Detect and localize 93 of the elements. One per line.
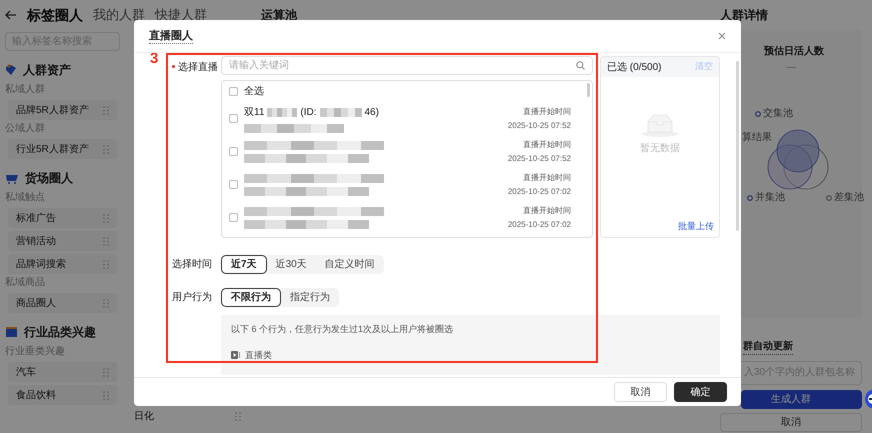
segment-option[interactable]: 不限行为 — [221, 288, 281, 307]
item-label: 营销活动 — [16, 234, 56, 248]
section-icon — [5, 64, 17, 76]
field-label: 用户行为 — [172, 290, 213, 305]
segment-option[interactable]: 近30天 — [266, 255, 316, 274]
drag-handle-icon — [103, 144, 109, 154]
live-name-part: (ID: — [300, 106, 316, 120]
legend-label: 并集池 — [755, 190, 785, 205]
dialog-button[interactable]: 确定 — [674, 382, 727, 402]
tag-item[interactable]: 商品圈人 — [8, 293, 117, 313]
item-label: 品牌词搜索 — [16, 258, 66, 272]
item-label: 标准广告 — [16, 212, 56, 226]
tag-item[interactable]: 汽车 — [8, 362, 117, 382]
selected-count: 已选 (0/500) — [607, 60, 662, 74]
tag-item[interactable]: 食品饮料 — [8, 385, 117, 405]
segment-option[interactable]: 近7天 — [221, 255, 267, 274]
empty-text: 暂无数据 — [640, 142, 680, 156]
search-icon — [576, 61, 585, 70]
legend-label: 算结果 — [742, 130, 772, 145]
section-title: 行业品类兴趣 — [24, 324, 96, 341]
setting-label: 群自动更新 — [743, 339, 793, 355]
start-label: 直播开始时间 — [523, 204, 571, 216]
group-label: 行业垂类兴趣 — [5, 345, 66, 359]
legend-label: 差集池 — [834, 190, 864, 205]
drag-handle-icon — [103, 236, 109, 246]
scrollbar-thumb — [587, 83, 590, 97]
empty-tray-icon — [640, 112, 680, 138]
tab[interactable]: 我的人群 — [93, 5, 145, 25]
live-name-part: 46) — [364, 106, 379, 120]
upload-link[interactable]: 批量上传 — [678, 220, 714, 233]
blurred-redaction — [320, 108, 362, 116]
back-arrow-icon — [5, 10, 17, 20]
drag-handle-icon — [103, 368, 109, 376]
legend-dot-icon — [747, 194, 753, 200]
blurred-redaction — [267, 108, 298, 116]
tab[interactable]: 标签圈人 — [27, 4, 83, 26]
legend-label: 交集池 — [763, 106, 793, 121]
section-icon — [5, 172, 19, 184]
group-label: 私域人群 — [5, 83, 46, 97]
drag-handle-icon — [103, 106, 109, 114]
live-name-part: 双11 — [244, 106, 264, 120]
drag-handle-icon — [103, 298, 109, 308]
start-label: 直播开始时间 — [523, 172, 571, 184]
drag-handle-icon — [103, 390, 109, 400]
tag-item[interactable]: 品牌词搜索 — [8, 254, 117, 274]
action-button[interactable]: 生成人群 — [741, 390, 862, 409]
start-time: 2025-10-25 07:52 — [508, 120, 571, 132]
item-label: 商品圈人 — [16, 296, 56, 310]
item-label: 行业5R人群资产 — [16, 142, 89, 156]
item-label: 品牌5R人群资产 — [16, 104, 89, 118]
tag-item[interactable]: 品牌5R人群资产 — [8, 100, 117, 120]
group-label: 私域触点 — [5, 191, 46, 205]
group-label: 私域商品 — [5, 276, 46, 290]
checkbox[interactable] — [229, 114, 238, 123]
close-icon — [718, 32, 726, 40]
item-label: 食品饮料 — [16, 388, 56, 402]
segment-option[interactable]: 指定行为 — [281, 288, 339, 307]
legend-dot-icon — [755, 110, 761, 116]
checkbox[interactable] — [229, 180, 238, 189]
group-label: 公域人群 — [5, 122, 46, 136]
tag-item[interactable]: 营销活动 — [8, 231, 117, 251]
start-time: 2025-10-25 07:52 — [508, 152, 571, 164]
drag-handle-icon — [103, 214, 109, 222]
checkbox[interactable] — [229, 87, 238, 96]
start-label: 直播开始时间 — [523, 106, 571, 118]
category-label: 直播类 — [245, 348, 272, 362]
estimate-value: — — [786, 61, 796, 75]
start-label: 直播开始时间 — [523, 138, 571, 150]
pool-item[interactable]: 日化 — [133, 407, 241, 425]
drag-handle-icon — [235, 412, 241, 420]
field-label: 选择时间 — [172, 258, 213, 272]
section-title: 人群资产 — [23, 62, 71, 79]
checkbox[interactable] — [229, 213, 238, 222]
dialog-button[interactable]: 取消 — [614, 382, 667, 402]
modal-title: 直播圈人 — [149, 28, 193, 44]
tag-item[interactable]: 标准广告 — [8, 208, 117, 228]
section-title: 货场圈人 — [25, 170, 73, 187]
start-time: 2025-10-25 07:02 — [508, 218, 571, 230]
item-label: 日化 — [134, 410, 154, 424]
tag-item[interactable]: 行业5R人群资产 — [8, 139, 117, 159]
checkbox-label: 全选 — [244, 84, 264, 99]
start-time: 2025-10-25 07:02 — [508, 186, 571, 198]
info-text: 以下 6 个行为，任意行为发生过1次及以上用户将被圈选 — [231, 323, 454, 336]
video-icon — [231, 351, 241, 360]
field-label: 选择直播 — [178, 60, 218, 75]
drag-handle-icon — [103, 260, 109, 268]
item-label: 汽车 — [16, 366, 36, 380]
section-icon — [5, 326, 18, 338]
legend-dot-icon — [826, 194, 832, 200]
estimate-label: 预估日活人数 — [764, 44, 824, 59]
action-button[interactable]: 取消 — [720, 413, 862, 432]
checkbox[interactable] — [229, 147, 238, 156]
segment-option[interactable]: 自定义时间 — [316, 255, 384, 274]
